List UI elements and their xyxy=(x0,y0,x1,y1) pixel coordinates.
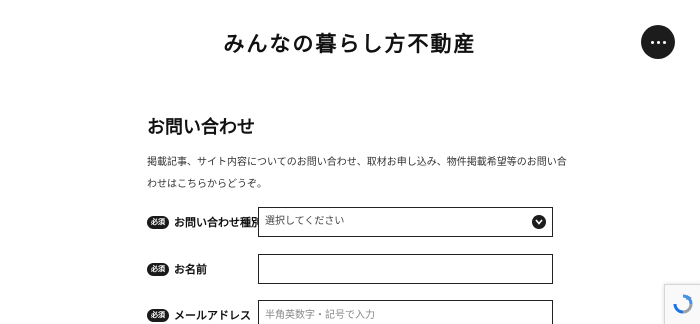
required-badge: 必須 xyxy=(147,308,169,322)
email-field[interactable] xyxy=(259,301,552,324)
email-label-text: メールアドレス xyxy=(174,309,251,322)
name-label-text: お名前 xyxy=(174,263,207,276)
recaptcha-badge[interactable] xyxy=(664,284,700,324)
inquiry-type-selected-value: 選択してください xyxy=(265,216,345,227)
menu-dot xyxy=(662,40,666,44)
name-field-wrapper xyxy=(258,254,553,284)
inquiry-type-label-text: お問い合わせ種別 xyxy=(174,216,262,229)
inquiry-type-select[interactable]: 選択してください xyxy=(258,207,553,237)
site-logo[interactable]: みんなの暮らし方不動産 xyxy=(0,28,700,58)
page-title: お問い合わせ xyxy=(147,117,255,138)
email-label: 必須 メールアドレス xyxy=(147,300,251,324)
page: みんなの暮らし方不動産 お問い合わせ 掲載記事、サイト内容についてのお問い合わせ… xyxy=(0,0,700,324)
chevron-down-icon xyxy=(532,215,546,229)
menu-dot xyxy=(656,40,660,44)
email-field-wrapper xyxy=(258,300,553,324)
required-badge: 必須 xyxy=(147,262,169,276)
more-horizontal-icon xyxy=(650,40,654,44)
name-label: 必須 お名前 xyxy=(147,254,207,284)
inquiry-type-label: 必須 お問い合わせ種別 xyxy=(147,207,262,237)
recaptcha-icon xyxy=(673,294,693,314)
name-field[interactable] xyxy=(259,255,552,283)
page-description: 掲載記事、サイト内容についてのお問い合わせ、取材お申し込み、物件掲載希望等のお問… xyxy=(147,157,567,190)
menu-button[interactable] xyxy=(641,25,675,59)
required-badge: 必須 xyxy=(147,215,169,229)
